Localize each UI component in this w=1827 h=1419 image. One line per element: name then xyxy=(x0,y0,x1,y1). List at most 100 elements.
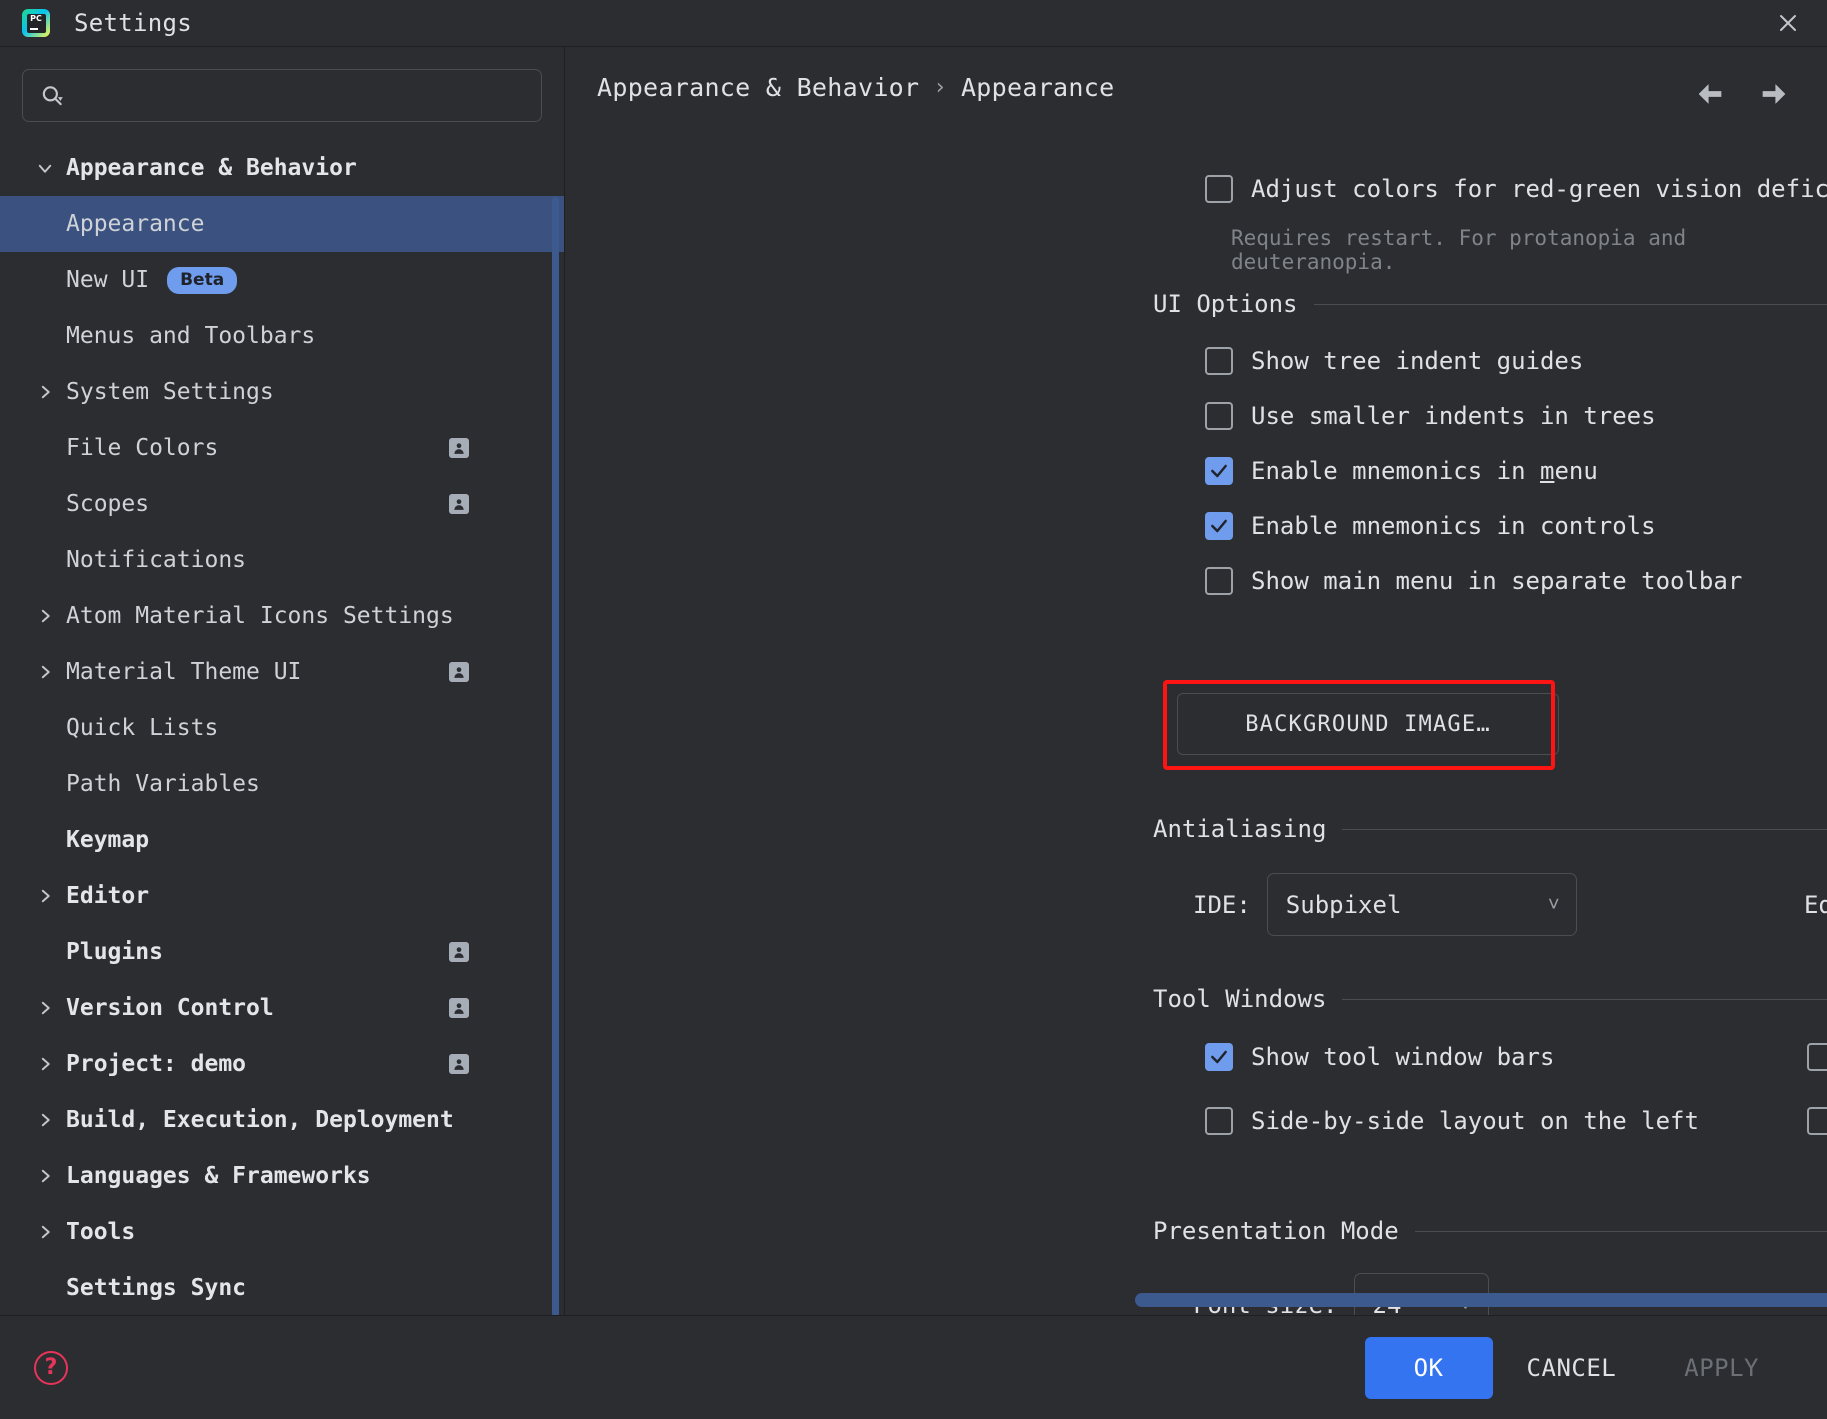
sidebar-item-appearance[interactable]: Appearance xyxy=(0,196,564,252)
checkbox-label: Use smaller indents in trees xyxy=(1251,402,1656,430)
adjust-colors-label: Adjust colors for red-green vision defic… xyxy=(1251,175,1827,203)
sidebar-item-editor[interactable]: Editor xyxy=(0,868,564,924)
settings-tree: Appearance & Behavior Appearance New UI Bet… xyxy=(0,138,564,1315)
sidebar-item-label: Version Control xyxy=(66,995,274,1021)
presentation-mode-section-title: Presentation Mode xyxy=(1153,1217,1827,1245)
ok-button[interactable]: OK xyxy=(1364,1336,1493,1399)
ui-options-section-title: UI Options xyxy=(1153,290,1827,318)
checkbox-use-smaller-indents-in-trees[interactable] xyxy=(1205,402,1233,430)
checkbox-row: Show tool window bars xyxy=(1205,1043,1699,1071)
sidebar-item-file-colors[interactable]: File Colors xyxy=(0,420,564,476)
checkbox-label: Show main menu in separate toolbar xyxy=(1251,567,1743,595)
sidebar-item-label: Plugins xyxy=(66,939,163,965)
sidebar-item-new-ui[interactable]: New UI Beta xyxy=(0,252,564,308)
checkbox-widescreen-tool-window-layout[interactable] xyxy=(1807,1043,1827,1071)
adjust-colors-row: Adjust colors for red-green vision defic… xyxy=(1205,175,1827,203)
chevron-down-icon[interactable] xyxy=(30,153,60,183)
sidebar-item-keymap[interactable]: Keymap xyxy=(0,812,564,868)
sidebar-item-languages-frameworks[interactable]: Languages & Frameworks xyxy=(0,1148,564,1204)
background-image-button[interactable]: BACKGROUND IMAGE… xyxy=(1177,693,1559,755)
ide-antialiasing-select[interactable]: Subpixel ˅ xyxy=(1266,873,1577,936)
sidebar-item-label: Atom Material Icons Settings xyxy=(66,603,454,629)
pycharm-icon: PC xyxy=(22,9,50,37)
tool-windows-right-column: Widescreen tool window layout? Side-by-si… xyxy=(1807,1043,1827,1171)
close-icon[interactable] xyxy=(1771,6,1805,40)
sidebar-item-project-demo[interactable]: Project: demo xyxy=(0,1036,564,1092)
checkbox-enable-mnemonics-in-controls[interactable] xyxy=(1205,512,1233,540)
checkbox-row: Enable mnemonics in controls xyxy=(1205,512,1742,540)
chevron-right-icon[interactable] xyxy=(30,993,60,1023)
checkbox-show-tree-indent-guides[interactable] xyxy=(1205,347,1233,375)
sidebar-item-tools[interactable]: Tools xyxy=(0,1204,564,1260)
checkbox-show-tool-window-bars[interactable] xyxy=(1205,1043,1233,1071)
chevron-right-icon[interactable] xyxy=(30,377,60,407)
breadcrumb-separator: › xyxy=(933,75,947,100)
search-box[interactable] xyxy=(22,69,542,122)
sidebar-item-label: Quick Lists xyxy=(66,715,219,741)
sidebar-item-version-control[interactable]: Version Control xyxy=(0,980,564,1036)
nav-arrows xyxy=(1693,77,1791,111)
sidebar-item-settings-sync[interactable]: Settings Sync xyxy=(0,1260,564,1315)
sidebar-item-quick-lists[interactable]: Quick Lists xyxy=(0,700,564,756)
sidebar-item-label: File Colors xyxy=(66,435,219,461)
apply-button: APPLY xyxy=(1650,1337,1793,1399)
chevron-right-icon[interactable] xyxy=(30,1217,60,1247)
sidebar-scrollbar[interactable] xyxy=(552,197,559,1317)
sidebar-item-label: Path Variables xyxy=(66,771,260,797)
chevron-right-icon[interactable] xyxy=(30,657,60,687)
arrow-right-icon[interactable] xyxy=(1757,77,1791,111)
checkbox-enable-mnemonics-in-menu[interactable] xyxy=(1205,457,1233,485)
checkbox-side-by-side-layout-on-the-left[interactable] xyxy=(1205,1107,1233,1135)
sidebar-item-system-settings[interactable]: System Settings xyxy=(0,364,564,420)
beta-badge: Beta xyxy=(167,266,238,294)
project-scope-icon xyxy=(449,998,469,1018)
arrow-left-icon[interactable] xyxy=(1693,77,1727,111)
sidebar-item-menus-and-toolbars[interactable]: Menus and Toolbars xyxy=(0,308,564,364)
content-horizontal-scrollbar[interactable] xyxy=(1135,1293,1827,1307)
section-divider xyxy=(1342,828,1827,830)
breadcrumb: Appearance & Behavior › Appearance xyxy=(597,73,1114,102)
help-icon[interactable]: ? xyxy=(34,1350,68,1385)
sidebar-item-appearance-behavior[interactable]: Appearance & Behavior xyxy=(0,140,564,196)
project-scope-icon xyxy=(449,494,469,514)
tool-windows-section-title: Tool Windows xyxy=(1153,985,1827,1013)
sidebar-item-notifications[interactable]: Notifications xyxy=(0,532,564,588)
chevron-right-icon[interactable] xyxy=(30,1049,60,1079)
chevron-right-icon[interactable] xyxy=(30,601,60,631)
sidebar-item-build-execution-deployment[interactable]: Build, Execution, Deployment xyxy=(0,1092,564,1148)
checkbox-side-by-side-layout-on-the-right[interactable] xyxy=(1807,1107,1827,1135)
sidebar-item-label: Settings Sync xyxy=(66,1275,247,1301)
chevron-right-icon[interactable] xyxy=(30,1105,60,1135)
breadcrumb-parent[interactable]: Appearance & Behavior xyxy=(597,73,919,102)
sidebar-item-plugins[interactable]: Plugins xyxy=(0,924,564,980)
sidebar-item-label: Material Theme UI xyxy=(66,659,302,685)
sidebar-item-label: Languages & Frameworks xyxy=(66,1163,371,1189)
tool-windows-left-column: Show tool window bars Side-by-side layout… xyxy=(1205,1043,1699,1171)
chevron-right-icon[interactable] xyxy=(30,1161,60,1191)
search-container xyxy=(0,47,564,138)
editor-label: Editor: xyxy=(1804,890,1827,919)
sidebar-item-material-theme-ui[interactable]: Material Theme UI xyxy=(0,644,564,700)
checkbox-show-main-menu-in-separate-toolbar[interactable] xyxy=(1205,567,1233,595)
sidebar-item-label: Build, Execution, Deployment xyxy=(66,1107,454,1133)
checkbox-row: Use smaller indents in trees xyxy=(1205,402,1742,430)
breadcrumb-current: Appearance xyxy=(960,73,1115,102)
settings-dialog: PC Settings Appearance & Behavior Appeara… xyxy=(0,0,1827,1419)
sidebar-item-label: Project: demo xyxy=(66,1051,247,1077)
chevron-down-icon: ˅ xyxy=(1547,891,1560,916)
dialog-footer: ? OK CANCEL APPLY xyxy=(0,1315,1827,1419)
sidebar-item-scopes[interactable]: Scopes xyxy=(0,476,564,532)
adjust-colors-checkbox[interactable] xyxy=(1205,175,1233,203)
sidebar-item-path-variables[interactable]: Path Variables xyxy=(0,756,564,812)
chevron-right-icon[interactable] xyxy=(30,881,60,911)
cancel-button[interactable]: CANCEL xyxy=(1493,1337,1651,1399)
checkbox-label: Enable mnemonics in controls xyxy=(1251,512,1656,540)
search-input[interactable] xyxy=(75,84,525,107)
sidebar-item-atom-material-icons-settings[interactable]: Atom Material Icons Settings xyxy=(0,588,564,644)
